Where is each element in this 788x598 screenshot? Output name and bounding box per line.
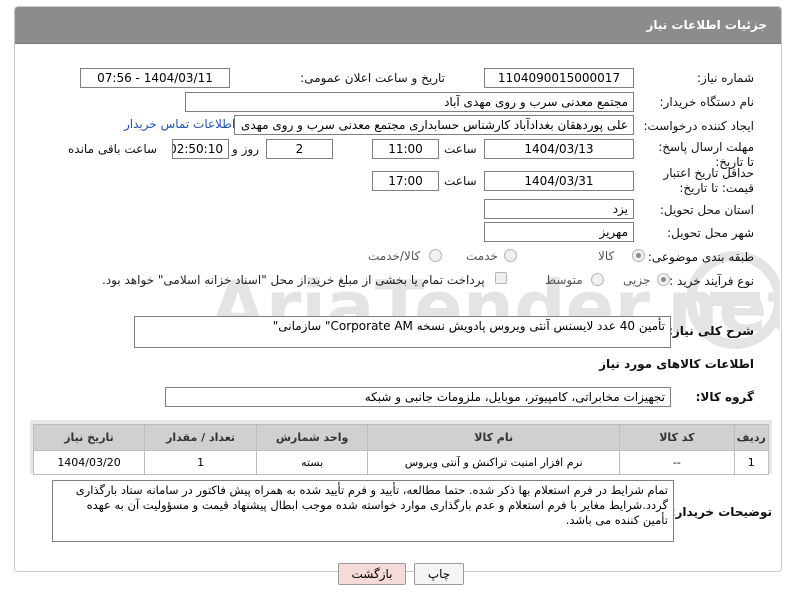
announce-datetime-field: 1404/03/11 - 07:56 — [80, 68, 230, 88]
process-option-minor: جزیی — [623, 273, 651, 287]
print-button[interactable]: چاپ — [414, 563, 464, 585]
category-option-goods-service: کالا/خدمت — [368, 249, 421, 263]
col-name: نام کالا — [367, 424, 621, 451]
cell-code: -- — [619, 450, 735, 475]
back-button[interactable]: بازگشت — [338, 563, 406, 585]
days-and-label: روز و — [232, 142, 259, 156]
table-row: 1 -- نرم افزار امنیت تراکنش و آنتی ویروس… — [32, 450, 770, 475]
goods-info-heading: اطلاعات کالاهای مورد نیاز — [599, 357, 754, 371]
category-option-service: خدمت — [466, 249, 498, 263]
goods-group-field: تجهیزات مخابراتی، کامپیوتر، موبایل، ملزو… — [165, 387, 671, 407]
general-desc-field: تأمین 40 عدد لایسنس آنتی ویروس پادویش نس… — [134, 316, 671, 348]
buyer-org-label: نام دستگاه خریدار: — [659, 95, 755, 109]
col-qty: تعداد / مقدار — [144, 424, 258, 451]
cell-unit: بسته — [256, 450, 369, 475]
panel-title: جزئیات اطلاعات نیاز — [646, 18, 767, 32]
reply-hour-label: ساعت — [444, 142, 477, 156]
price-validity-label: حداقل تاریخ اعتبار قیمت: تا تاریخ: — [634, 166, 754, 196]
province-label: استان محل تحویل: — [659, 203, 754, 217]
process-option-medium: متوسط — [545, 273, 583, 287]
price-validity-label-text: حداقل تاریخ اعتبار قیمت: تا تاریخ: — [663, 166, 754, 195]
validity-hour-label: ساعت — [444, 174, 477, 188]
requester-field: علی پوردهقان بغدادآباد کارشناس حسابداری … — [234, 115, 634, 135]
buyer-contact-link[interactable]: اطلاعات تماس خریدار — [124, 117, 235, 131]
buyer-org-field: مجتمع معدنی سرب و روی مهدی آباد — [185, 92, 634, 112]
treasury-checkbox[interactable] — [495, 272, 507, 284]
cell-qty: 1 — [144, 450, 258, 475]
announce-datetime-label: تاریخ و ساعت اعلان عمومی: — [300, 71, 445, 85]
category-option-goods: کالا — [598, 249, 615, 263]
process-type-label: نوع فرآیند خرید : — [669, 274, 754, 288]
validity-date-field: 1404/03/31 — [484, 171, 634, 191]
reply-deadline-label-text: مهلت ارسال پاسخ: تا تاریخ: — [658, 140, 754, 169]
col-code: کد کالا — [619, 424, 735, 451]
process-radio-minor[interactable] — [657, 273, 670, 286]
reply-date-field: 1404/03/13 — [484, 139, 634, 159]
col-row: ردیف — [733, 424, 770, 451]
cell-row: 1 — [733, 450, 770, 475]
buyer-notes-field: تمام شرایط در فرم استعلام بها ذکر شده. ح… — [52, 480, 674, 542]
buyer-notes-text: تمام شرایط در فرم استعلام بها ذکر شده. ح… — [75, 483, 668, 527]
reply-time-field: 11:00 — [372, 139, 439, 159]
reply-days-field: 2 — [266, 139, 333, 159]
city-label: شهر محل تحویل: — [667, 226, 754, 240]
goods-group-label: گروه کالا: — [695, 390, 754, 404]
city-field: مهریز — [484, 222, 634, 242]
cell-name: نرم افزار امنیت تراکنش و آنتی ویروس — [367, 450, 621, 475]
validity-time-field: 17:00 — [372, 171, 439, 191]
category-radio-goods[interactable] — [632, 249, 645, 262]
category-radio-service[interactable] — [504, 249, 517, 262]
col-unit: واحد شمارش — [256, 424, 369, 451]
remaining-time-field: 02:50:10 — [172, 139, 229, 159]
need-number-label: شماره نیاز: — [697, 71, 754, 85]
need-number-field: 1104090015000017 — [484, 68, 634, 88]
items-table-header: ردیف کد کالا نام کالا واحد شمارش تعداد /… — [32, 424, 770, 451]
general-desc-text: تأمین 40 عدد لایسنس آنتی ویروس پادویش نس… — [272, 319, 665, 333]
category-label: طبقه بندی موضوعی: — [647, 250, 754, 264]
process-radio-medium[interactable] — [591, 273, 604, 286]
category-radio-goods-service[interactable] — [429, 249, 442, 262]
items-table: ردیف کد کالا نام کالا واحد شمارش تعداد /… — [32, 424, 770, 475]
panel-titlebar: جزئیات اطلاعات نیاز — [15, 7, 781, 44]
treasury-note: پرداخت تمام یا بخشی از مبلغ خرید،از محل … — [102, 273, 485, 287]
buyer-notes-label: توضیحات خریدار: — [670, 505, 772, 519]
general-desc-label: شرح کلی نیاز: — [668, 324, 754, 338]
col-date: تاریخ نیاز — [32, 424, 146, 451]
province-field: یزد — [484, 199, 634, 219]
cell-date: 1404/03/20 — [32, 450, 146, 475]
requester-label: ایجاد کننده درخواست: — [643, 119, 754, 133]
remaining-label: ساعت باقی مانده — [68, 142, 158, 156]
